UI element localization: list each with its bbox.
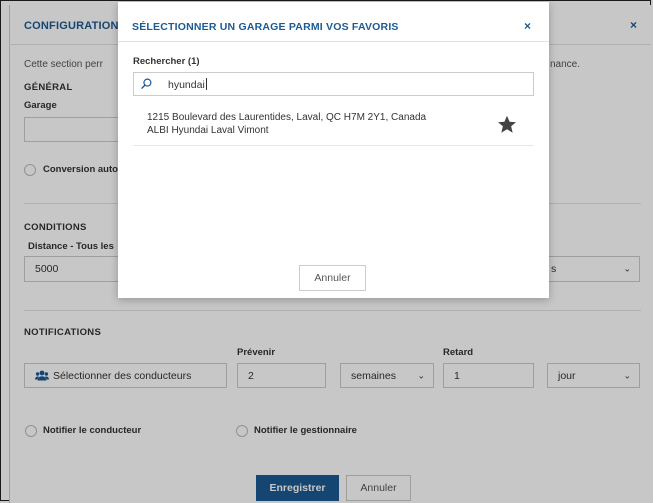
favorites-modal: SÉLECTIONNER UN GARAGE PARMI VOS FAVORIS… [118,2,549,298]
favorites-close-icon[interactable]: × [524,19,531,33]
search-label: Rechercher (1) [133,56,200,67]
search-value: hyundai [168,79,205,91]
search-input[interactable]: hyundai [133,72,534,96]
favorites-modal-title: SÉLECTIONNER UN GARAGE PARMI VOS FAVORIS [132,21,399,33]
text-cursor [205,78,207,90]
star-icon[interactable] [497,115,517,134]
garage-result-row[interactable]: 1215 Boulevard des Laurentides, Laval, Q… [133,106,534,146]
garage-name: ALBI Hyundai Laval Vimont [147,125,269,136]
favorites-cancel-button[interactable]: Annuler [299,265,366,291]
favorites-header-divider [118,41,549,42]
garage-address: 1215 Boulevard des Laurentides, Laval, Q… [147,112,427,123]
search-icon [141,78,152,89]
